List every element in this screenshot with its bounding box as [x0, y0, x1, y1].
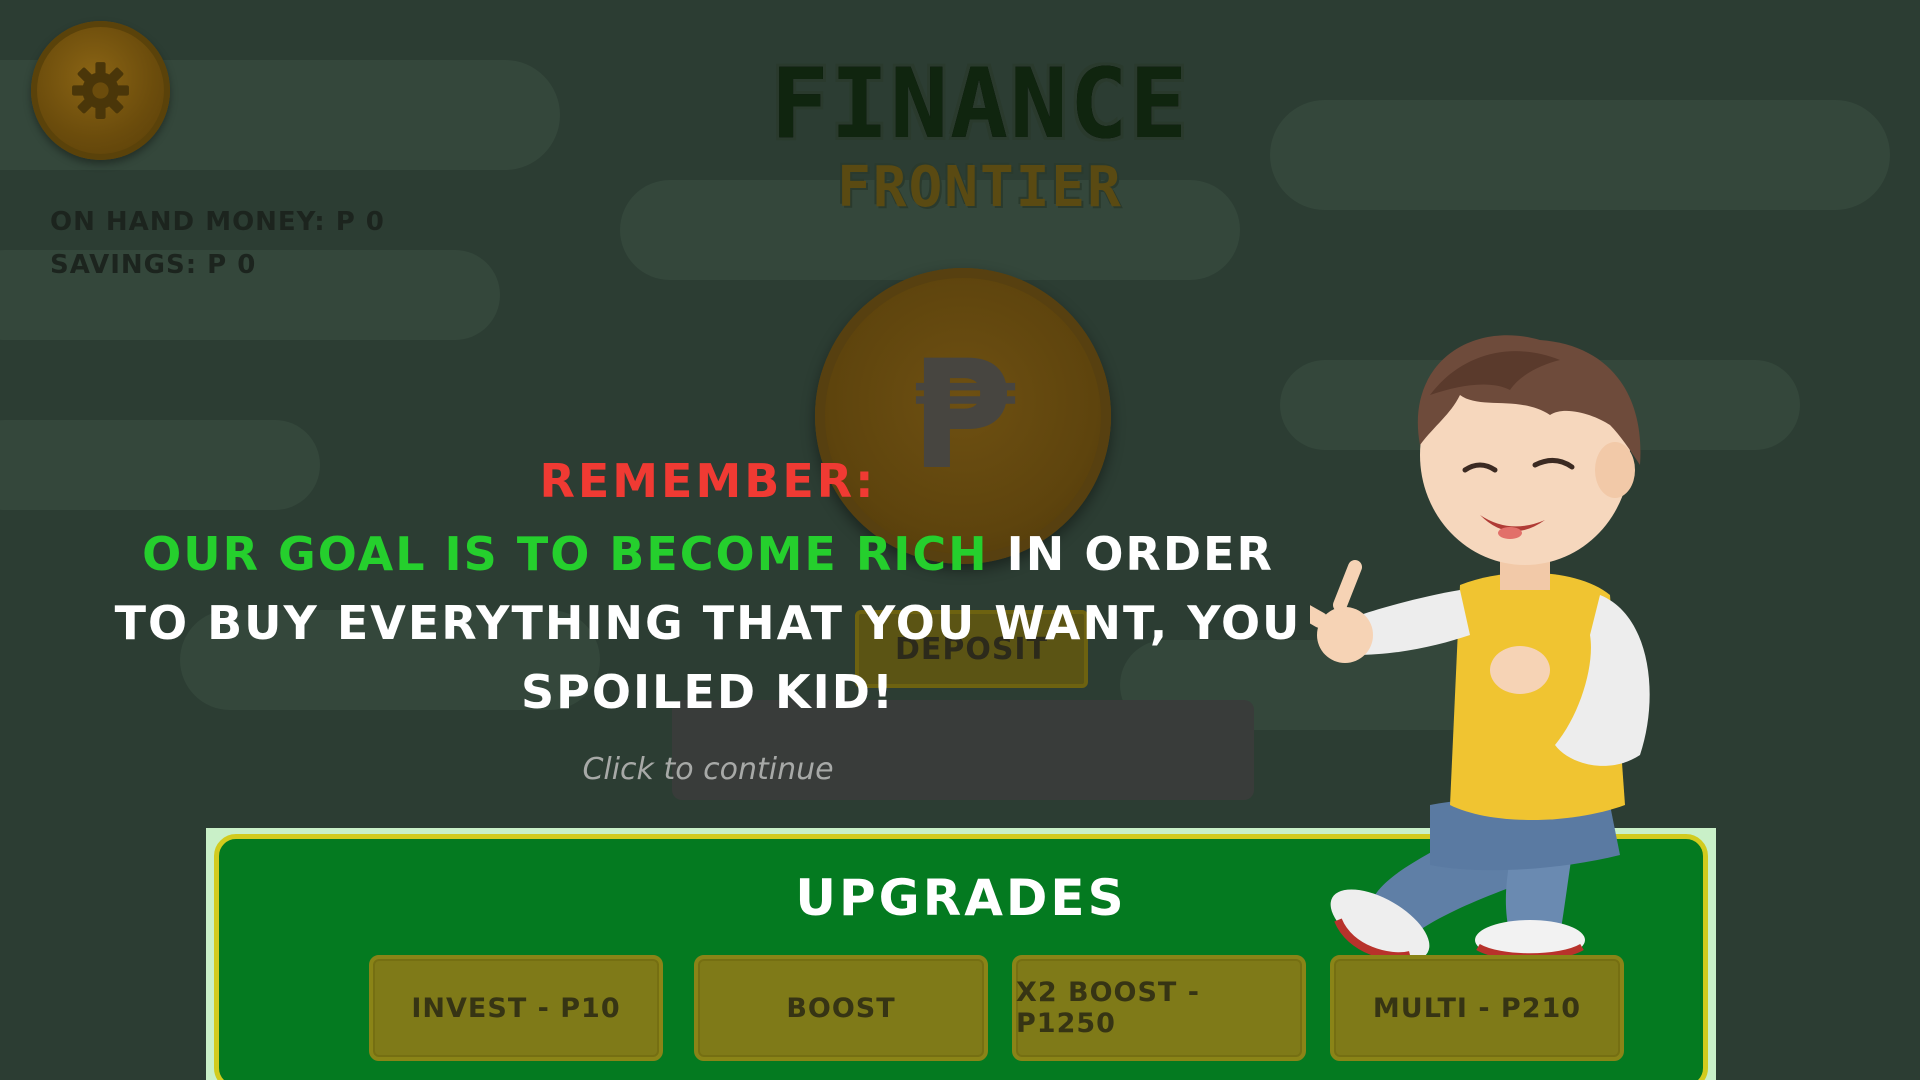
background-streak	[1270, 100, 1890, 210]
dialog-remember-heading: REMEMBER:	[539, 454, 877, 508]
click-to-continue-hint[interactable]: Click to continue	[108, 752, 1308, 787]
game-title: FINANCE	[770, 48, 1190, 160]
boost-upgrade-button[interactable]: BOOST	[694, 955, 988, 1061]
game-subtitle: FRONTIER	[837, 155, 1123, 220]
dialog-message: OUR GOAL IS TO BECOME RICH IN ORDER TO B…	[108, 520, 1308, 727]
game-stage[interactable]: ON HAND MONEY: P 0 SAVINGS: P 0 FINANCE …	[0, 0, 1920, 1080]
multi-upgrade-button[interactable]: MULTI - P210	[1330, 955, 1624, 1061]
invest-upgrade-button[interactable]: INVEST - P10	[369, 955, 663, 1061]
boy-character-illustration	[1310, 335, 1650, 955]
savings-label: SAVINGS: P 0	[50, 250, 257, 280]
x2-boost-upgrade-button[interactable]: X2 BOOST - P1250	[1012, 955, 1306, 1061]
settings-button[interactable]	[31, 21, 170, 160]
dialog-goal-highlight: OUR GOAL IS TO BECOME RICH	[142, 527, 989, 581]
gear-icon	[72, 62, 129, 119]
on-hand-money-label: ON HAND MONEY: P 0	[50, 207, 385, 237]
